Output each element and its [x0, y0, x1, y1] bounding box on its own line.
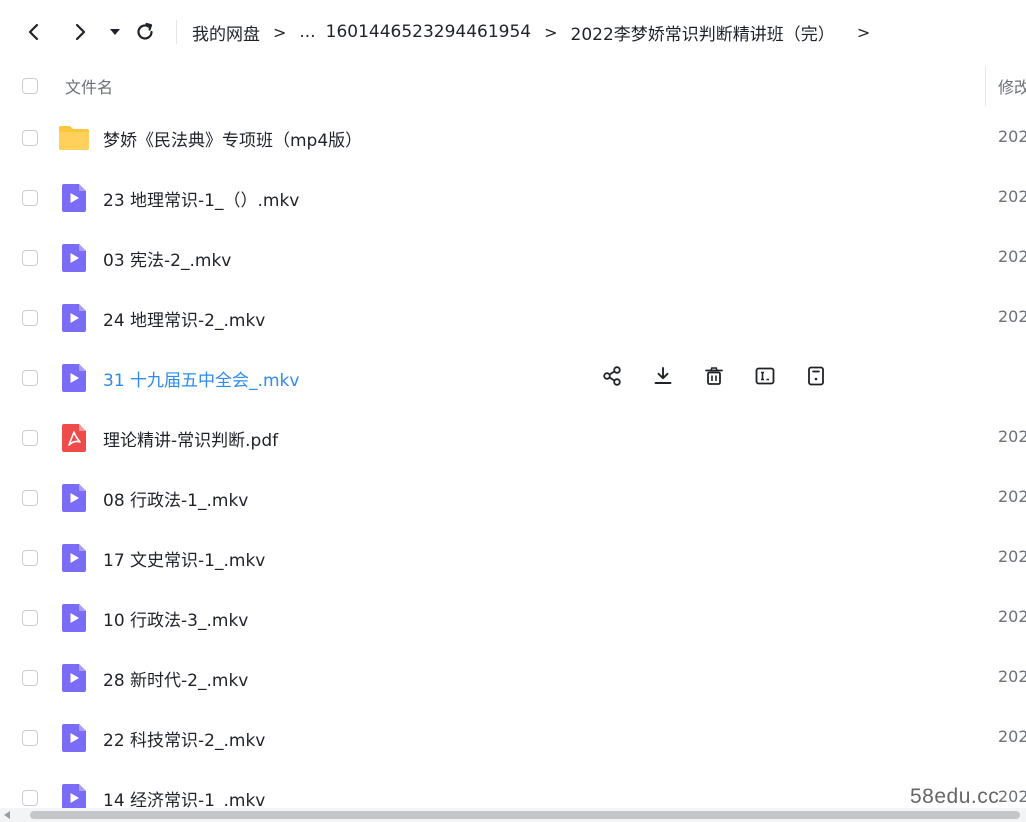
refresh-button[interactable] [131, 18, 159, 46]
row-checkbox[interactable] [22, 790, 38, 806]
column-resize-handle[interactable] [985, 66, 986, 106]
refresh-icon [137, 22, 153, 40]
list-header: 文件名 修改 [0, 64, 1026, 108]
delete-button[interactable] [700, 364, 728, 392]
file-name[interactable]: 理论精讲-常识判断.pdf [103, 426, 278, 451]
file-modified-date: 202 [998, 127, 1026, 146]
video-file-icon [58, 662, 90, 694]
row-checkbox[interactable] [22, 670, 38, 686]
row-checkbox[interactable] [22, 250, 38, 266]
file-row[interactable]: 24 地理常识-2_.mkv 202 [0, 288, 1026, 348]
forward-button[interactable] [66, 18, 94, 46]
name-column-header[interactable]: 文件名 [65, 74, 113, 98]
file-browser: 我的网盘 > ... 1601446523294461954 > 2022李梦娇… [0, 0, 1026, 822]
breadcrumb-separator: > [273, 22, 287, 42]
video-file-icon [58, 362, 90, 394]
row-checkbox[interactable] [22, 610, 38, 626]
file-name[interactable]: 梦娇《民法典》专项班（mp4版） [103, 126, 362, 151]
scroll-left-icon[interactable] [4, 811, 10, 819]
file-name[interactable]: 17 文史常识-1_.mkv [103, 546, 265, 571]
share-button[interactable] [598, 364, 626, 392]
file-row[interactable]: 03 宪法-2_.mkv 202 [0, 228, 1026, 288]
history-dropdown-button[interactable] [101, 18, 129, 46]
back-button[interactable] [20, 18, 48, 46]
row-checkbox[interactable] [22, 550, 38, 566]
select-all-checkbox[interactable] [22, 78, 38, 94]
file-row[interactable]: 31 十九届五中全会_.mkv [0, 348, 1026, 408]
download-icon [652, 365, 674, 391]
file-row[interactable]: 22 科技常识-2_.mkv 202 [0, 708, 1026, 768]
row-checkbox[interactable] [22, 490, 38, 506]
file-modified-date: 202 [998, 787, 1026, 806]
video-file-icon [58, 182, 90, 214]
file-name[interactable]: 22 科技常识-2_.mkv [103, 726, 265, 751]
file-modified-date: 202 [998, 667, 1026, 686]
file-modified-date: 202 [998, 547, 1026, 566]
file-name[interactable]: 31 十九届五中全会_.mkv [103, 366, 299, 391]
file-row[interactable]: 23 地理常识-1_（）.mkv 202 [0, 168, 1026, 228]
share-icon [601, 365, 623, 391]
row-checkbox[interactable] [22, 190, 38, 206]
more-icon [805, 365, 827, 391]
file-row[interactable]: 17 文史常识-1_.mkv 202 [0, 528, 1026, 588]
file-modified-date: 202 [998, 427, 1026, 446]
caret-down-icon [110, 29, 120, 35]
video-file-icon [58, 482, 90, 514]
row-checkbox[interactable] [22, 430, 38, 446]
file-modified-date: 202 [998, 727, 1026, 746]
file-modified-date: 202 [998, 307, 1026, 326]
file-modified-date: 202 [998, 187, 1026, 206]
breadcrumb-current-folder[interactable]: 2022李梦娇常识判断精讲班（完） [571, 20, 835, 45]
video-file-icon [58, 722, 90, 754]
breadcrumb-ellipsis[interactable]: ... [299, 22, 315, 42]
video-file-icon [58, 242, 90, 274]
chevron-left-icon [28, 23, 39, 41]
rename-button[interactable] [751, 364, 779, 392]
pdf-file-icon [58, 422, 90, 454]
file-modified-date: 202 [998, 487, 1026, 506]
toolbar: 我的网盘 > ... 1601446523294461954 > 2022李梦娇… [0, 0, 1026, 64]
scrollbar-thumb[interactable] [30, 811, 1020, 819]
modified-column-header[interactable]: 修改 [998, 74, 1026, 98]
video-file-icon [58, 602, 90, 634]
file-name[interactable]: 24 地理常识-2_.mkv [103, 306, 265, 331]
video-file-icon [58, 542, 90, 574]
video-file-icon [58, 302, 90, 334]
breadcrumb-folder-id[interactable]: 1601446523294461954 [326, 22, 532, 42]
file-list: 梦娇《民法典》专项班（mp4版） 202 23 地理常识-1_（）.mkv 202 03… [0, 108, 1026, 822]
row-checkbox[interactable] [22, 730, 38, 746]
file-row[interactable]: 28 新时代-2_.mkv 202 [0, 648, 1026, 708]
breadcrumb-separator: > [544, 22, 558, 42]
row-actions [598, 363, 853, 393]
breadcrumb-root[interactable]: 我的网盘 [192, 20, 260, 45]
file-row[interactable]: 理论精讲-常识判断.pdf 202 [0, 408, 1026, 468]
file-name[interactable]: 10 行政法-3_.mkv [103, 606, 248, 631]
row-checkbox[interactable] [22, 130, 38, 146]
chevron-right-icon [75, 23, 86, 41]
toolbar-divider [176, 20, 177, 44]
breadcrumb-separator: > [856, 22, 871, 42]
file-name[interactable]: 23 地理常识-1_（）.mkv [103, 186, 299, 211]
horizontal-scrollbar[interactable] [0, 808, 1026, 822]
file-name[interactable]: 03 宪法-2_.mkv [103, 246, 231, 271]
row-checkbox[interactable] [22, 310, 38, 326]
file-modified-date: 202 [998, 247, 1026, 266]
download-button[interactable] [649, 364, 677, 392]
rename-icon [754, 365, 776, 391]
folder-icon [58, 122, 90, 154]
file-modified-date: 202 [998, 607, 1026, 626]
file-row[interactable]: 08 行政法-1_.mkv 202 [0, 468, 1026, 528]
delete-icon [703, 365, 725, 391]
breadcrumb: 我的网盘 > ... 1601446523294461954 > 2022李梦娇… [192, 20, 883, 45]
watermark: 58edu.cc [910, 785, 1000, 808]
file-row[interactable]: 梦娇《民法典》专项班（mp4版） 202 [0, 108, 1026, 168]
file-name[interactable]: 08 行政法-1_.mkv [103, 486, 248, 511]
file-row[interactable]: 10 行政法-3_.mkv 202 [0, 588, 1026, 648]
row-checkbox[interactable] [22, 370, 38, 386]
file-name[interactable]: 28 新时代-2_.mkv [103, 666, 248, 691]
more-button[interactable] [802, 364, 830, 392]
